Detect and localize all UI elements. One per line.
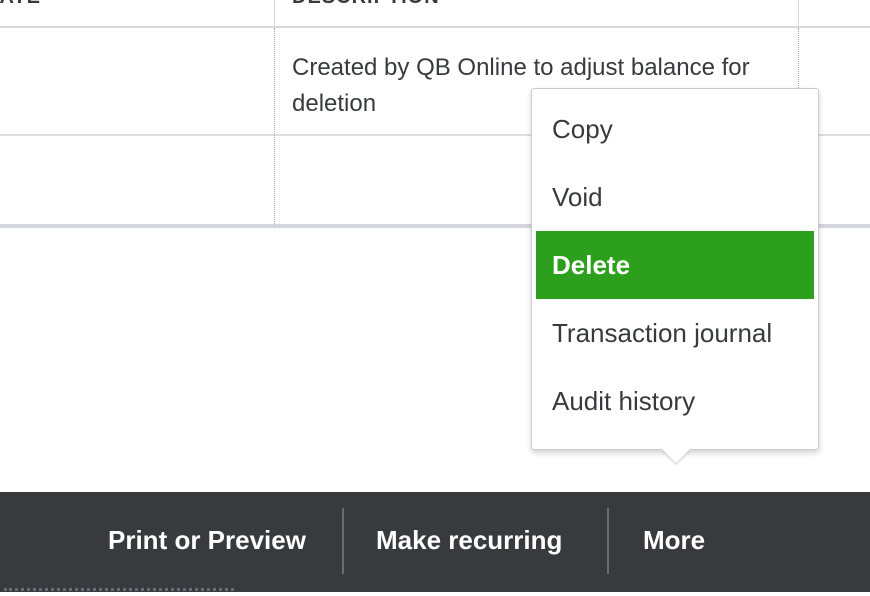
bottom-action-bar: Print or Preview Make recurring More: [0, 492, 870, 592]
bar-divider: [607, 508, 609, 574]
more-dropdown-menu: Copy Void Delete Transaction journal Aud…: [531, 88, 819, 463]
make-recurring-button[interactable]: Make recurring: [376, 492, 562, 588]
cropped-text-fragment: [4, 588, 234, 596]
menu-item-transaction-journal[interactable]: Transaction journal: [536, 299, 814, 367]
menu-item-delete[interactable]: Delete: [536, 231, 814, 299]
table-header-row: DATE DESCRIPTION: [0, 0, 870, 28]
column-divider: [798, 0, 799, 28]
more-button[interactable]: More: [643, 492, 705, 588]
print-or-preview-button[interactable]: Print or Preview: [108, 492, 306, 588]
menu-pointer-caret: [662, 449, 690, 463]
column-header-date[interactable]: DATE: [0, 0, 41, 9]
menu-item-copy[interactable]: Copy: [536, 95, 814, 163]
column-divider: [274, 28, 275, 226]
column-header-description[interactable]: DESCRIPTION: [292, 0, 440, 9]
menu-item-void[interactable]: Void: [536, 163, 814, 231]
bar-divider: [342, 508, 344, 574]
column-divider: [274, 0, 275, 28]
transaction-page: DATE DESCRIPTION Created by QB Online to…: [0, 0, 870, 596]
menu-item-audit-history[interactable]: Audit history: [536, 367, 814, 435]
